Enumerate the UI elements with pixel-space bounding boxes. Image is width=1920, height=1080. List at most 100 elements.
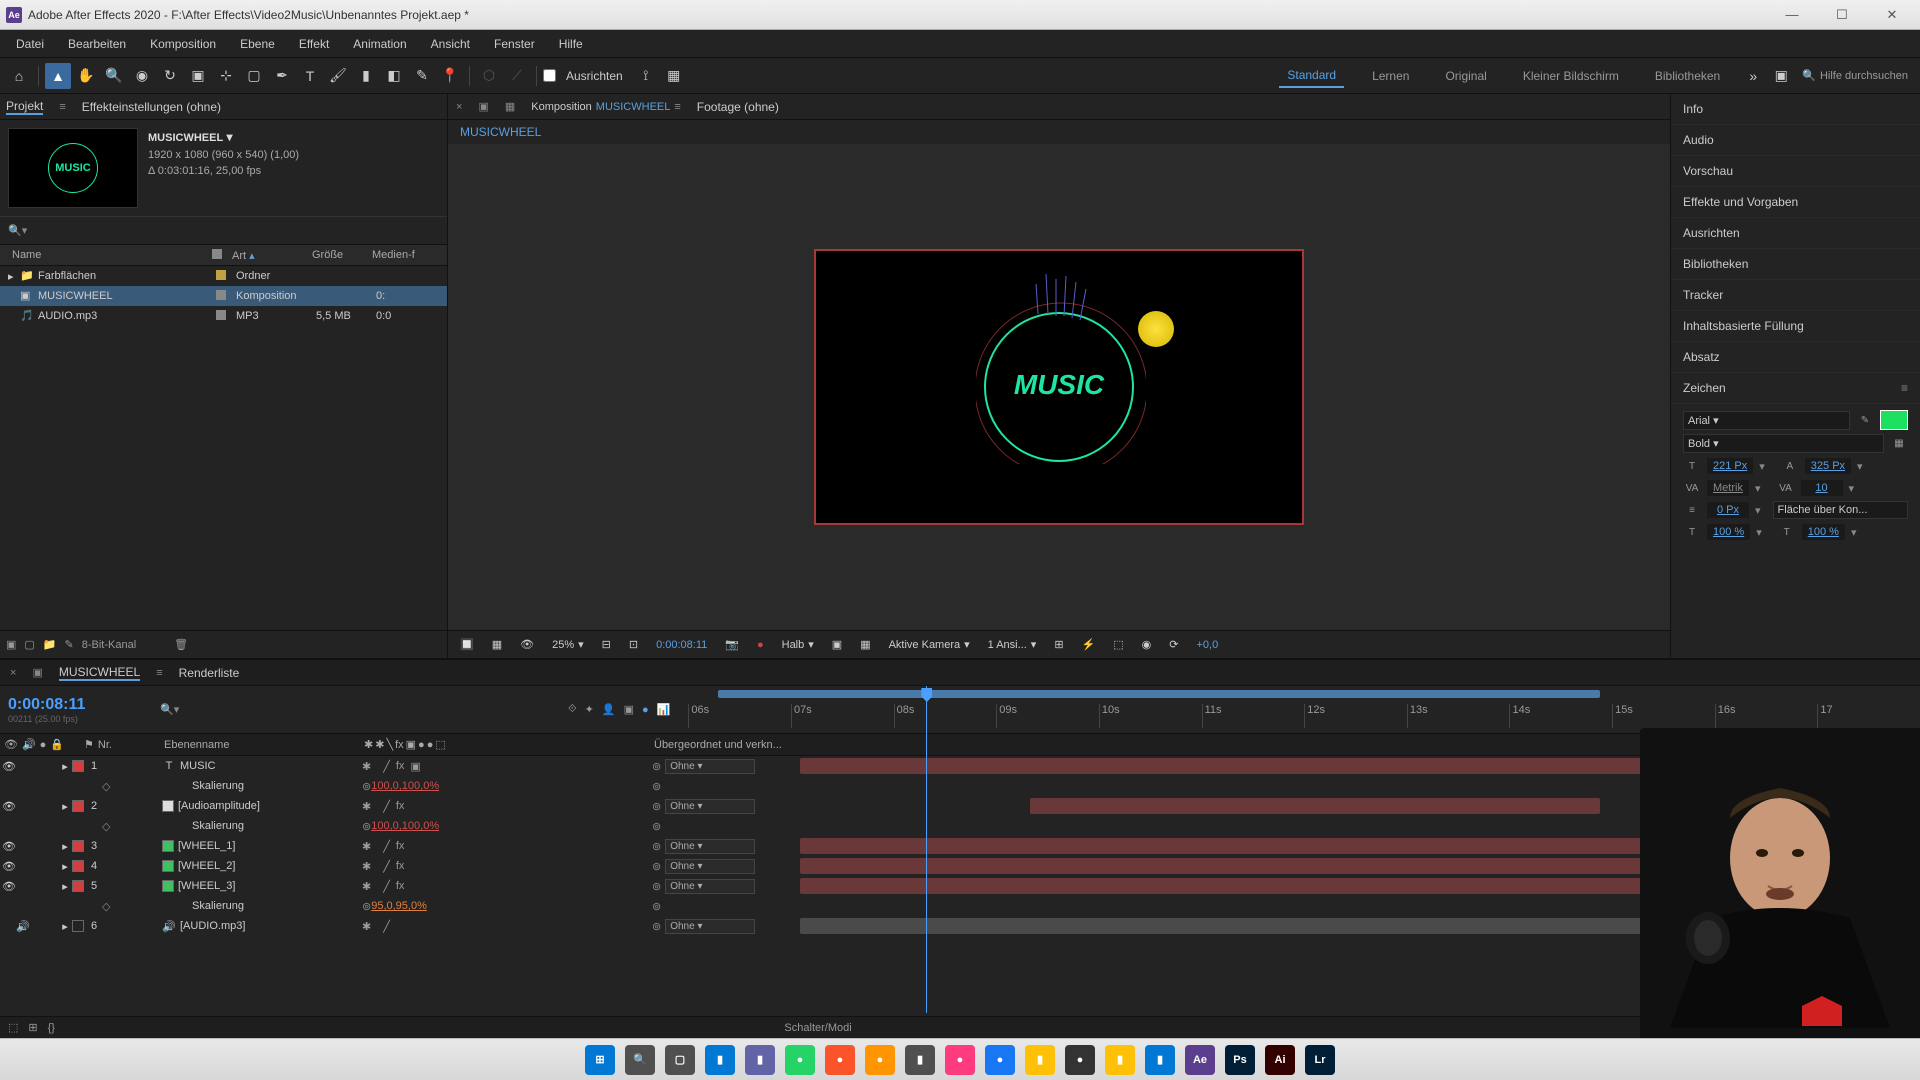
parent-dropdown[interactable]: Ohne ▾ [665,919,755,934]
eraser-tool[interactable]: ◧ [381,63,407,89]
layer-row[interactable]: 👁 ▸ 3 [WHEEL_1] ✱╱fx ⊚ Ohne ▾ [0,836,1920,856]
toggle-switches-icon[interactable]: ⬚ [8,1021,18,1034]
taskbar-facebook-icon[interactable]: ● [985,1045,1015,1075]
views-dropdown[interactable]: 1 Ansi... ▾ [984,638,1041,651]
more-workspaces-icon[interactable]: » [1740,63,1766,89]
taskbar-notepad-icon[interactable]: ▮ [1145,1045,1175,1075]
layer-row[interactable]: 👁 ▸ 1 T MUSIC ✱╱fx▣ ⊚ Ohne ▾ [0,756,1920,776]
viewer-time[interactable]: 0:00:08:11 [652,639,711,651]
work-area-bar[interactable] [718,690,1600,698]
workspace-standard[interactable]: Standard [1279,64,1344,88]
parent-pickwhip-icon[interactable]: ⊚ [652,840,661,853]
playhead[interactable] [926,686,927,1013]
res-icon[interactable]: ⊟ [598,638,615,651]
selection-tool[interactable]: ▲ [45,63,71,89]
puppet-tool[interactable]: 📍 [437,63,463,89]
font-weight-select[interactable]: Bold ▾ [1683,434,1884,453]
draft3d-icon[interactable]: ✦ [585,703,594,716]
zoom-dropdown[interactable]: 25% ▾ [548,638,588,651]
channel-icon[interactable]: ● [753,639,768,651]
parent-pickwhip-icon[interactable]: ⊚ [652,860,661,873]
layer-row[interactable]: 🔊 ▸ 6 🔊 [AUDIO.mp3] ✱╱ ⊚ Ohne ▾ [0,916,1920,936]
grid-toggle-icon[interactable]: ▦ [488,638,506,651]
visibility-toggle[interactable]: 👁 [2,860,16,873]
zoom-tool[interactable]: 🔍 [101,63,127,89]
visibility-toggle[interactable]: 👁 [2,760,16,773]
taskbar-brave-icon[interactable]: ● [825,1045,855,1075]
font-family-select[interactable]: Arial ▾ [1683,411,1850,430]
panel-info[interactable]: Info [1671,94,1920,125]
taskbar-app1-icon[interactable]: ▮ [905,1045,935,1075]
taskbar-firefox-icon[interactable]: ● [865,1045,895,1075]
parent-pickwhip-icon[interactable]: ⊚ [652,800,661,813]
pixel-icon[interactable]: ⊞ [1050,638,1067,651]
flowchart-icon[interactable]: × [456,101,462,113]
taskbar-photoshop-icon[interactable]: Ps [1225,1045,1255,1075]
taskbar-files-icon[interactable]: ▮ [1105,1045,1135,1075]
panel-effekte-und-vorgaben[interactable]: Effekte und Vorgaben [1671,187,1920,218]
scale-value[interactable]: 95,0,95,0% [371,900,427,912]
hscale-input[interactable]: 100 % [1707,524,1750,540]
project-item[interactable]: ▣MUSICWHEELKomposition0: [0,286,447,306]
shape-tool[interactable]: ▢ [241,63,267,89]
bit-depth-button[interactable]: 8-Bit-Kanal [82,639,136,651]
music-text-layer[interactable]: MUSIC [1014,369,1104,401]
stamp-tool[interactable]: ▮ [353,63,379,89]
interpret-icon[interactable]: ▣ [6,638,16,651]
layer-icon[interactable]: ▣ [478,100,488,113]
label-color[interactable] [72,920,84,932]
composition-viewer[interactable]: MUSIC [448,144,1670,630]
panel-inhaltsbasierte-füllung[interactable]: Inhaltsbasierte Füllung [1671,311,1920,342]
motion-blur-icon[interactable]: ● [642,704,649,716]
fast-icon[interactable]: ⚡ [1078,638,1100,651]
project-item[interactable]: 🎵AUDIO.mp3MP35,5 MB0:0 [0,306,447,326]
home-icon[interactable]: ⌂ [6,63,32,89]
panel-absatz[interactable]: Absatz [1671,342,1920,373]
col-size[interactable]: Größe [308,249,368,261]
link-icon[interactable]: ⊚ [362,820,371,833]
trash-icon[interactable]: 🗑 [174,638,188,651]
parent-pickwhip-icon[interactable]: ⊚ [652,880,661,893]
render-icon[interactable]: ◉ [1138,638,1156,651]
panel-bibliotheken[interactable]: Bibliotheken [1671,249,1920,280]
text-tool[interactable]: T [297,63,323,89]
label-color[interactable] [72,800,84,812]
toggle-brackets-icon[interactable]: {} [48,1022,55,1034]
link-icon[interactable]: ⊚ [362,780,371,793]
label-color[interactable] [72,880,84,892]
roto-tool[interactable]: ✎ [409,63,435,89]
panel-audio[interactable]: Audio [1671,125,1920,156]
snapshot-icon[interactable]: 📷 [721,638,743,651]
comp-mini-icon[interactable]: ▦ [505,100,515,113]
exposure-value[interactable]: +0,0 [1192,639,1222,651]
snap-icon[interactable]: ⟟ [633,63,659,89]
property-row[interactable]: ◇ Skalierung ⊚ 100,0,100,0% ⊚ [0,816,1920,836]
col-name[interactable]: Name [8,249,208,261]
safe-icon[interactable]: ⊡ [625,638,642,651]
mesh-icon[interactable]: ⬡ [476,63,502,89]
audio-toggle[interactable]: 🔊 [16,920,30,933]
timeline-icon[interactable]: ⟳ [1165,638,1182,651]
help-search-input[interactable]: Hilfe durchsuchen [1820,70,1908,82]
menu-animation[interactable]: Animation [341,33,418,55]
magnify-icon[interactable]: 🔲 [456,638,478,651]
tab-project[interactable]: Projekt [6,99,43,115]
comp-flowchart-icon[interactable]: ⟐ [568,703,577,716]
menu-hilfe[interactable]: Hilfe [547,33,595,55]
timeline-close-icon[interactable]: × [10,667,16,679]
hand-tool[interactable]: ✋ [73,63,99,89]
workspace-original[interactable]: Original [1437,65,1494,87]
timeline-comp-icon[interactable]: ▣ [32,666,42,679]
layer-row[interactable]: 👁 ▸ 4 [WHEEL_2] ✱╱fx ⊚ Ohne ▾ [0,856,1920,876]
pen-tool[interactable]: ✒ [269,63,295,89]
property-row[interactable]: ◇ Skalierung ⊚ 95,0,95,0% ⊚ [0,896,1920,916]
transparency-icon[interactable]: ▦ [856,638,874,651]
visibility-toggle[interactable]: 👁 [2,800,16,813]
fill-over-stroke[interactable]: Fläche über Kon... [1773,501,1908,519]
panel-toggle-icon[interactable]: ▣ [1768,63,1794,89]
switches-modes-label[interactable]: Schalter/Modi [784,1022,851,1034]
vscale-input[interactable]: 100 % [1802,524,1845,540]
menu-effekt[interactable]: Effekt [287,33,341,55]
camera-dropdown[interactable]: Aktive Kamera ▾ [885,638,974,651]
tab-composition[interactable]: Komposition MUSICWHEEL ≡ [531,101,681,113]
